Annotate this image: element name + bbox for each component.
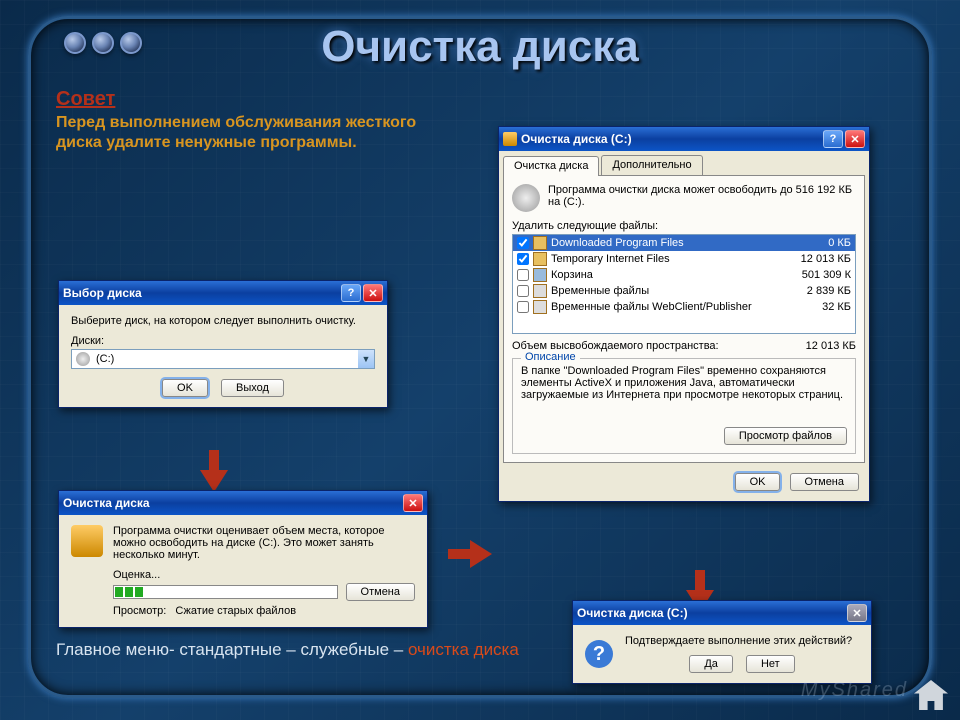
scanning-label: Просмотр:	[113, 605, 166, 617]
menu-path-note: Главное меню- стандартные – служебные – …	[56, 640, 556, 660]
chevron-down-icon[interactable]: ▼	[358, 350, 374, 368]
list-item[interactable]: Temporary Internet Files 12 013 КБ	[513, 251, 855, 267]
arrow-down-icon	[200, 470, 228, 492]
checkbox[interactable]	[517, 253, 529, 265]
slide-title: Очистка диска	[0, 22, 960, 72]
description-legend: Описание	[521, 351, 580, 363]
ok-button[interactable]: OK	[735, 473, 781, 491]
yes-button[interactable]: Да	[689, 655, 733, 673]
titlebar-label: Очистка диска	[63, 496, 150, 510]
checkbox[interactable]	[517, 237, 529, 249]
titlebar-label: Очистка диска (C:)	[577, 606, 688, 620]
path-highlight: очистка диска	[408, 640, 519, 659]
close-button[interactable]: ✕	[363, 284, 383, 302]
drives-label: Диски:	[71, 335, 375, 347]
file-icon	[533, 300, 547, 314]
file-size: 0 КБ	[783, 237, 851, 249]
progress-text: Программа очистки оценивает объем места,…	[113, 525, 415, 561]
checkbox[interactable]	[517, 285, 529, 297]
titlebar-progress[interactable]: Очистка диска ✕	[59, 491, 427, 515]
titlebar-cleanup[interactable]: Очистка диска (C:) ? ✕	[499, 127, 869, 151]
no-button[interactable]: Нет	[746, 655, 795, 673]
estimate-label: Оценка...	[113, 569, 415, 581]
arrow-right-icon	[470, 540, 492, 568]
trash-icon	[533, 268, 547, 282]
tab-cleanup[interactable]: Очистка диска	[503, 156, 599, 176]
confirm-text: Подтверждаете выполнение этих действий?	[625, 635, 859, 647]
dialog-select-drive: Выбор диска ? ✕ Выберите диск, на которо…	[58, 280, 388, 408]
dialog-cleanup-main: Очистка диска (C:) ? ✕ Очистка диска Доп…	[498, 126, 870, 502]
help-button[interactable]: ?	[341, 284, 361, 302]
file-size: 32 КБ	[783, 301, 851, 313]
advice-text: Перед выполнением обслуживания жесткого …	[56, 113, 436, 153]
file-icon	[533, 284, 547, 298]
drive-value: (C:)	[94, 353, 358, 365]
dialog-confirm: Очистка диска (C:) ✕ ? Подтверждаете вып…	[572, 600, 872, 684]
delete-label: Удалить следующие файлы:	[512, 220, 856, 232]
disk-icon	[512, 184, 540, 212]
close-button[interactable]: ✕	[845, 130, 865, 148]
ok-button[interactable]: OK	[162, 379, 208, 397]
titlebar-confirm[interactable]: Очистка диска (C:) ✕	[573, 601, 871, 625]
exit-button[interactable]: Выход	[221, 379, 284, 397]
folder-icon	[533, 236, 547, 250]
watermark: MyShared	[801, 679, 908, 702]
list-item[interactable]: Downloaded Program Files 0 КБ	[513, 235, 855, 251]
checkbox[interactable]	[517, 301, 529, 313]
close-button[interactable]: ✕	[847, 604, 867, 622]
list-item[interactable]: Временные файлы 2 839 КБ	[513, 283, 855, 299]
file-name: Downloaded Program Files	[551, 237, 779, 249]
list-item[interactable]: Корзина 501 309 К	[513, 267, 855, 283]
view-files-button[interactable]: Просмотр файлов	[724, 427, 847, 445]
file-name: Корзина	[551, 269, 779, 281]
broom-icon	[71, 525, 103, 557]
path-text: Главное меню- стандартные – служебные –	[56, 640, 408, 659]
cancel-button[interactable]: Отмена	[790, 473, 859, 491]
disk-icon	[76, 352, 90, 366]
folder-icon	[533, 252, 547, 266]
freespace-value: 12 013 КБ	[806, 340, 856, 352]
advice-heading: Совет	[56, 88, 436, 111]
file-size: 501 309 К	[783, 269, 851, 281]
file-size: 12 013 КБ	[783, 253, 851, 265]
close-button[interactable]: ✕	[403, 494, 423, 512]
titlebar-label: Выбор диска	[63, 286, 142, 300]
cancel-button[interactable]: Отмена	[346, 583, 415, 601]
description-text: В папке "Downloaded Program Files" време…	[521, 365, 847, 419]
help-button[interactable]: ?	[823, 130, 843, 148]
file-size: 2 839 КБ	[783, 285, 851, 297]
advice-block: Совет Перед выполнением обслуживания жес…	[56, 88, 436, 153]
scanning-value: Сжатие старых файлов	[175, 605, 296, 617]
file-name: Временные файлы	[551, 285, 779, 297]
file-name: Временные файлы WebClient/Publisher	[551, 301, 779, 313]
titlebar-select-drive[interactable]: Выбор диска ? ✕	[59, 281, 387, 305]
question-icon: ?	[585, 640, 613, 668]
drive-combobox[interactable]: (C:) ▼	[71, 349, 375, 369]
list-item[interactable]: Временные файлы WebClient/Publisher 32 КБ	[513, 299, 855, 315]
instruction-text: Выберите диск, на котором следует выполн…	[71, 315, 375, 327]
file-name: Temporary Internet Files	[551, 253, 779, 265]
checkbox[interactable]	[517, 269, 529, 281]
dialog-progress: Очистка диска ✕ Программа очистки оценив…	[58, 490, 428, 628]
tab-advanced[interactable]: Дополнительно	[601, 155, 702, 175]
file-list[interactable]: Downloaded Program Files 0 КБ Temporary I…	[512, 234, 856, 334]
titlebar-label: Очистка диска (C:)	[521, 132, 632, 146]
progress-bar	[113, 585, 338, 599]
broom-icon	[503, 132, 517, 146]
summary-text: Программа очистки диска может освободить…	[548, 184, 856, 208]
